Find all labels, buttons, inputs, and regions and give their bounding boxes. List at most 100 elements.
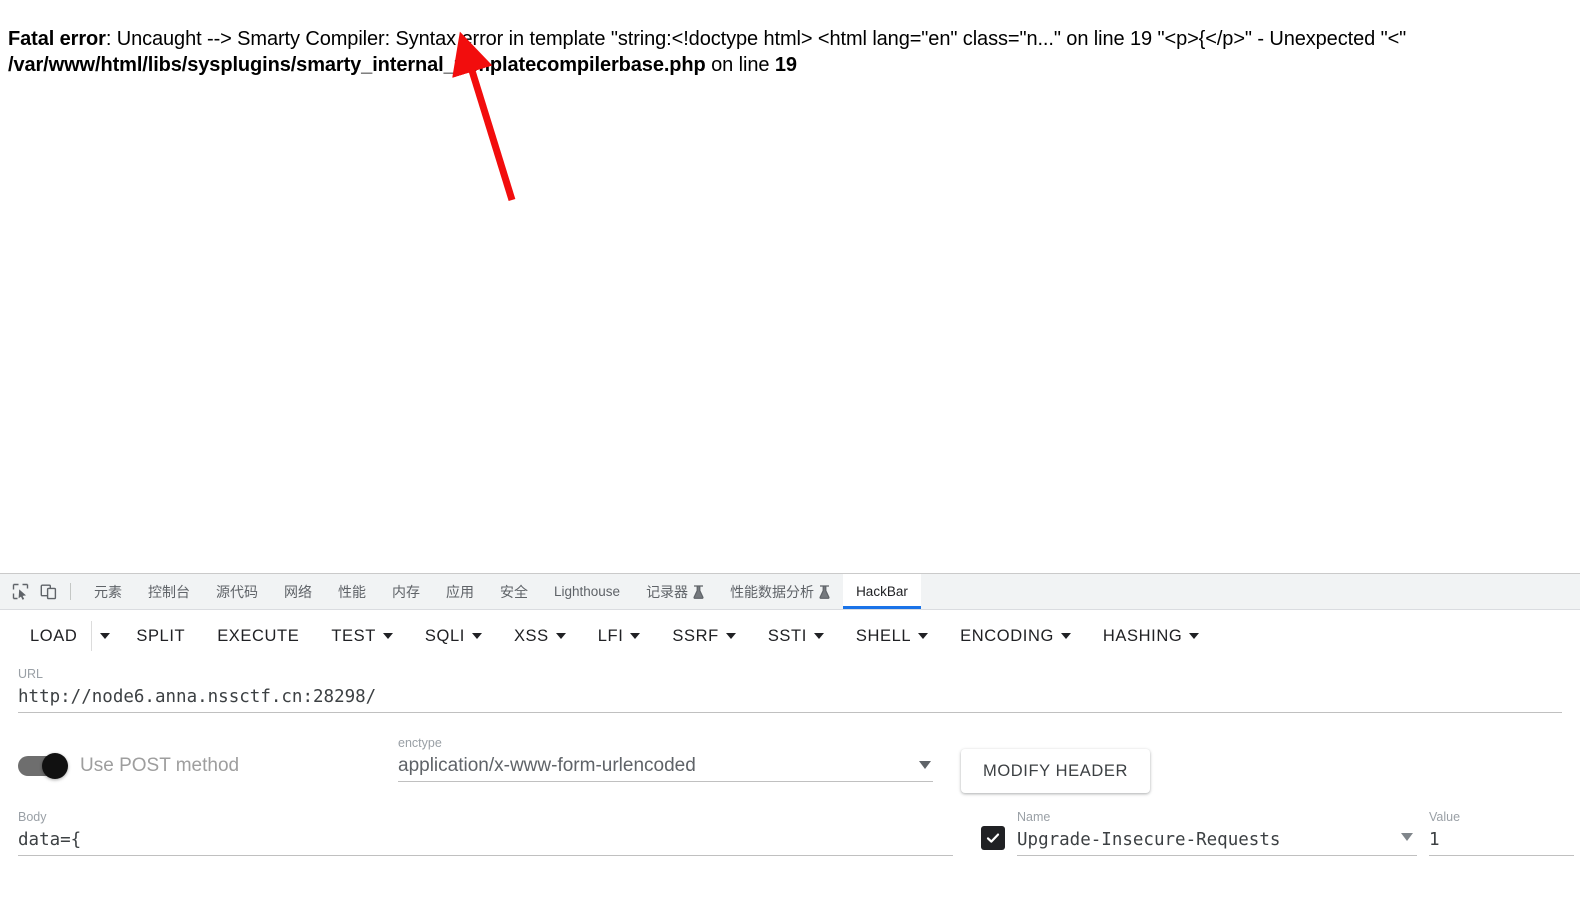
- test-menu-label: TEST: [331, 627, 376, 645]
- tab-recorder-label: 记录器: [646, 583, 689, 600]
- post-method-switch[interactable]: [18, 753, 68, 779]
- tab-lighthouse-label: Lighthouse: [554, 584, 621, 599]
- devtools-tab-bar: 元素 控制台 源代码 网络 性能 内存 应用 安全 Lighthouse 记录器…: [0, 574, 1580, 610]
- execute-button[interactable]: EXECUTE: [201, 618, 315, 654]
- split-button-label: SPLIT: [136, 627, 186, 645]
- tab-hackbar[interactable]: HackBar: [843, 574, 921, 609]
- tab-security-label: 安全: [500, 583, 528, 600]
- chevron-down-icon[interactable]: [919, 761, 931, 769]
- chevron-down-icon: [1060, 633, 1071, 639]
- ssti-menu-label: SSTI: [767, 627, 807, 645]
- url-input[interactable]: http://node6.anna.nssctf.cn:28298/: [18, 682, 1562, 712]
- body-input[interactable]: data={: [18, 825, 953, 855]
- enctype-select-value[interactable]: application/x-www-form-urlencoded: [398, 751, 933, 781]
- tab-memory-label: 内存: [392, 583, 420, 600]
- tab-console[interactable]: 控制台: [135, 574, 203, 609]
- hashing-menu-label: HASHING: [1102, 627, 1183, 645]
- chevron-down-icon: [918, 633, 929, 639]
- chevron-down-icon: [555, 633, 566, 639]
- load-button[interactable]: LOAD: [14, 618, 87, 654]
- shell-menu-label: SHELL: [855, 627, 912, 645]
- header-value-input[interactable]: 1: [1429, 825, 1574, 855]
- xss-menu-label: XSS: [513, 627, 549, 645]
- sqli-menu-button[interactable]: SQLI: [409, 618, 498, 654]
- error-line-1: Fatal error: Uncaught --> Smarty Compile…: [8, 26, 1580, 52]
- device-toolbar-icon[interactable]: [34, 574, 62, 609]
- body-field-label: Body: [18, 810, 47, 824]
- php-fatal-error-message: Fatal error: Uncaught --> Smarty Compile…: [8, 26, 1580, 78]
- browser-page-content: Fatal error: Uncaught --> Smarty Compile…: [0, 0, 1580, 573]
- chevron-down-icon: [1189, 633, 1200, 639]
- tab-elements-label: 元素: [94, 583, 122, 600]
- tab-application-label: 应用: [446, 583, 474, 600]
- header-row: Name Upgrade-Insecure-Requests Value 1: [981, 809, 1574, 856]
- url-field-label: URL: [18, 667, 44, 681]
- chevron-down-icon: [382, 633, 393, 639]
- ssrf-menu-label: SSRF: [672, 627, 719, 645]
- toolbar-divider: [91, 621, 93, 651]
- execute-button-label: EXECUTE: [217, 627, 300, 645]
- modify-header-button[interactable]: MODIFY HEADER: [961, 749, 1151, 793]
- header-name-label: Name: [1017, 810, 1051, 824]
- tab-performance-insights-label: 性能数据分析: [730, 583, 815, 600]
- load-dropdown-button[interactable]: [94, 618, 120, 654]
- shell-menu-button[interactable]: SHELL: [840, 618, 944, 654]
- tab-sources[interactable]: 源代码: [203, 574, 271, 609]
- error-line-1-segment-0: Fatal error: [8, 28, 106, 50]
- inspect-element-icon[interactable]: [6, 574, 34, 609]
- error-line-number: 19: [774, 54, 797, 76]
- body-field[interactable]: Body data={: [18, 809, 953, 856]
- error-file-path: /var/www/html/libs/sysplugins/smarty_int…: [8, 54, 706, 76]
- tab-network-label: 网络: [284, 583, 312, 600]
- enctype-field-underline: [398, 781, 933, 782]
- chevron-down-icon: [471, 633, 482, 639]
- sqli-menu-label: SQLI: [424, 627, 465, 645]
- post-method-label: Use POST method: [80, 755, 240, 776]
- enctype-field[interactable]: enctype application/x-www-form-urlencode…: [398, 735, 933, 782]
- header-name-underline: [1017, 855, 1417, 856]
- body-field-underline: [18, 855, 953, 856]
- tab-performance[interactable]: 性能: [325, 574, 379, 609]
- ssrf-menu-button[interactable]: SSRF: [656, 618, 751, 654]
- tab-memory[interactable]: 内存: [379, 574, 433, 609]
- tab-performance-label: 性能: [338, 583, 366, 600]
- hackbar-body-row: Body data={ Name Upgrade-Insecure-Reques…: [0, 809, 1580, 856]
- lfi-menu-label: LFI: [597, 627, 624, 645]
- chevron-down-icon: [725, 633, 736, 639]
- enctype-field-label: enctype: [398, 736, 442, 750]
- chevron-down-icon: [100, 633, 111, 639]
- tab-recorder[interactable]: 记录器: [633, 574, 717, 609]
- toggle-knob: [42, 753, 68, 779]
- tab-security[interactable]: 安全: [487, 574, 541, 609]
- test-menu-button[interactable]: TEST: [315, 618, 409, 654]
- chevron-down-icon: [630, 633, 641, 639]
- ssti-menu-button[interactable]: SSTI: [752, 618, 840, 654]
- header-value-label: Value: [1429, 810, 1461, 824]
- url-field-underline: [18, 712, 1562, 713]
- xss-menu-button[interactable]: XSS: [498, 618, 582, 654]
- encoding-menu-button[interactable]: ENCODING: [944, 618, 1087, 654]
- url-field[interactable]: URL http://node6.anna.nssctf.cn:28298/: [18, 666, 1562, 713]
- tab-console-label: 控制台: [148, 583, 190, 600]
- header-enabled-checkbox[interactable]: [981, 826, 1005, 850]
- header-name-input[interactable]: Upgrade-Insecure-Requests: [1017, 825, 1417, 855]
- chevron-down-icon: [813, 633, 824, 639]
- header-value-field[interactable]: Value 1: [1429, 809, 1574, 856]
- tab-lighthouse[interactable]: Lighthouse: [541, 574, 633, 609]
- hackbar-panel: LOAD SPLIT EXECUTE TEST SQLI XSS LFI SSR…: [0, 610, 1580, 921]
- tab-application[interactable]: 应用: [433, 574, 487, 609]
- tab-elements[interactable]: 元素: [81, 574, 135, 609]
- post-method-toggle[interactable]: Use POST method: [18, 735, 398, 779]
- hackbar-options-row: Use POST method enctype application/x-ww…: [0, 735, 1580, 797]
- header-value-underline: [1429, 855, 1574, 856]
- tab-sources-label: 源代码: [216, 583, 258, 600]
- header-name-field[interactable]: Name Upgrade-Insecure-Requests: [1017, 809, 1417, 856]
- hashing-menu-button[interactable]: HASHING: [1087, 618, 1215, 654]
- devtools-panel: 元素 控制台 源代码 网络 性能 内存 应用 安全 Lighthouse 记录器…: [0, 573, 1580, 921]
- tab-network[interactable]: 网络: [271, 574, 325, 609]
- split-button[interactable]: SPLIT: [120, 618, 201, 654]
- error-line-1-segment-1: : Uncaught --> Smarty Compiler: Syntax e…: [105, 28, 1407, 50]
- lfi-menu-button[interactable]: LFI: [582, 618, 657, 654]
- chevron-down-icon[interactable]: [1401, 833, 1413, 841]
- tab-performance-insights[interactable]: 性能数据分析: [717, 574, 843, 609]
